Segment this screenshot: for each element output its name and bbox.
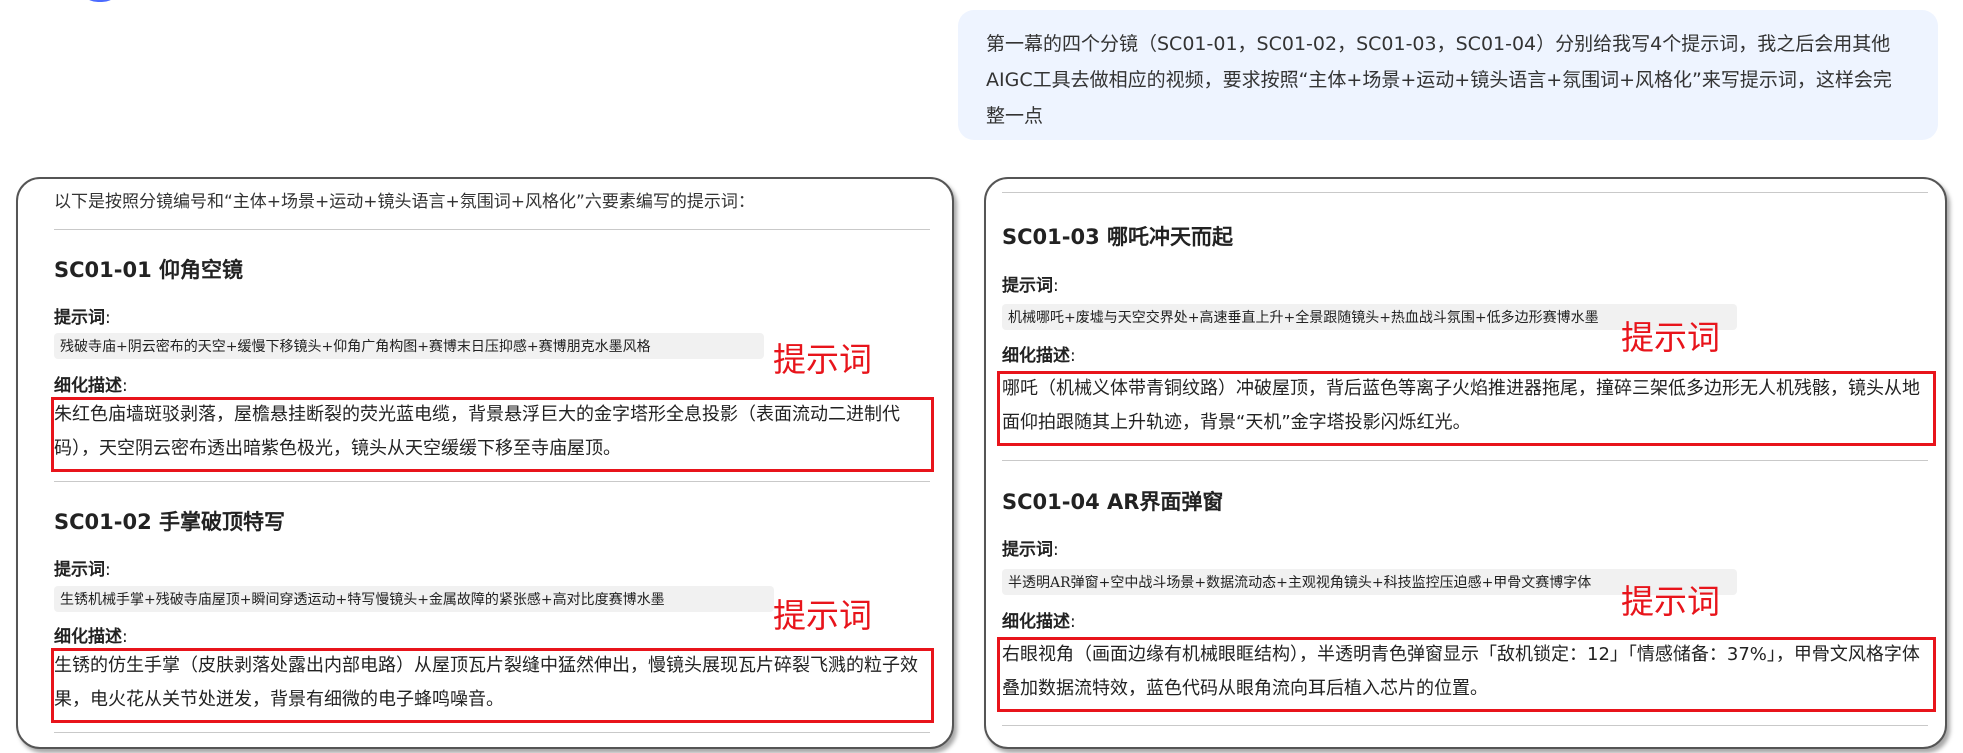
shot-title-sc01-03: SC01-03 哪吒冲天而起 <box>1002 225 1234 249</box>
user-message-text: 第一幕的四个分镜（SC01-01，SC01-02，SC01-03，SC01-04… <box>986 33 1892 127</box>
prompt-text-sc01-01: 残破寺庙+阴云密布的天空+缓慢下移镜头+仰角广角构图+赛博末日压抑感+赛博朋克水… <box>54 333 764 359</box>
response-panel-right: SC01-03 哪吒冲天而起 提示词: 机械哪吒+废墟与天空交界处+高速垂直上升… <box>984 177 1947 749</box>
prompt-label: 提示词: <box>54 308 111 328</box>
highlight-box-sc01-02 <box>51 648 934 723</box>
shot-title-sc01-01: SC01-01 仰角空镜 <box>54 258 244 282</box>
user-message-bubble: 第一幕的四个分镜（SC01-01，SC01-02，SC01-03，SC01-04… <box>958 10 1938 140</box>
highlight-box-sc01-03 <box>997 371 1936 446</box>
prompt-label: 提示词: <box>54 560 111 580</box>
divider <box>1002 725 1928 726</box>
annotation-label-sc01-02: 提示词 <box>773 596 872 635</box>
divider <box>1002 460 1928 461</box>
annotation-label-sc01-04: 提示词 <box>1621 582 1720 621</box>
shot-title-sc01-04: SC01-04 AR界面弹窗 <box>1002 490 1224 514</box>
annotation-label-sc01-01: 提示词 <box>773 340 872 379</box>
detail-label: 细化描述: <box>1002 612 1076 632</box>
divider <box>54 732 930 733</box>
detail-label: 细化描述: <box>54 627 128 647</box>
prompt-label: 提示词: <box>1002 276 1059 296</box>
shot-title-sc01-02: SC01-02 手掌破顶特写 <box>54 510 286 534</box>
prompt-text-sc01-02: 生锈机械手掌+残破寺庙屋顶+瞬间穿透运动+特写慢镜头+金属故障的紧张感+高对比度… <box>54 586 774 612</box>
divider <box>1002 192 1928 193</box>
response-panel-left: 以下是按照分镜编号和“主体+场景+运动+镜头语言+氛围词+风格化”六要素编写的提… <box>16 177 954 749</box>
detail-label: 细化描述: <box>54 376 128 396</box>
divider <box>54 229 930 230</box>
highlight-box-sc01-01 <box>51 397 934 472</box>
divider <box>54 481 930 482</box>
intro-text: 以下是按照分镜编号和“主体+场景+运动+镜头语言+氛围词+风格化”六要素编写的提… <box>54 192 755 212</box>
annotation-label-sc01-03: 提示词 <box>1621 318 1720 357</box>
highlight-box-sc01-04 <box>997 637 1936 712</box>
avatar <box>78 0 122 2</box>
prompt-label: 提示词: <box>1002 540 1059 560</box>
detail-label: 细化描述: <box>1002 346 1076 366</box>
